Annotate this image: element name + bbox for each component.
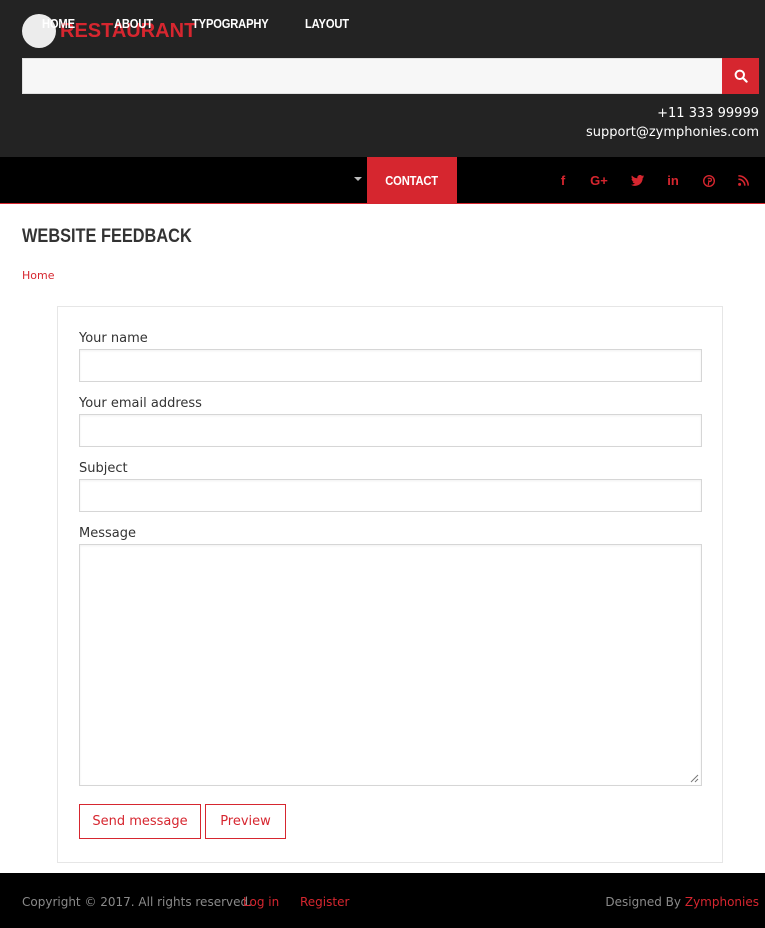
- twitter-icon[interactable]: [625, 157, 649, 204]
- message-field[interactable]: [79, 544, 702, 786]
- subject-label: Subject: [79, 461, 128, 476]
- phone-number: +11 333 99999: [657, 106, 759, 121]
- contact-info: +11 333 99999 support@zymphonies.com: [586, 104, 759, 142]
- page-title: WEBSITE FEEDBACK: [22, 226, 192, 247]
- designed-by: Designed By Zymphonies: [605, 895, 759, 909]
- resize-handle-icon[interactable]: [690, 774, 699, 783]
- search-icon: [734, 69, 748, 83]
- google-plus-icon[interactable]: G+: [587, 157, 611, 204]
- facebook-icon[interactable]: f: [551, 157, 575, 204]
- linkedin-icon[interactable]: in: [661, 157, 685, 204]
- nav-item-contact[interactable]: CONTACT: [367, 157, 457, 204]
- email-field[interactable]: [79, 414, 702, 447]
- pinterest-shape: [703, 174, 715, 187]
- name-label: Your name: [79, 331, 148, 346]
- register-link[interactable]: Register: [300, 895, 349, 909]
- send-message-button[interactable]: Send message: [79, 804, 201, 839]
- name-field[interactable]: [79, 349, 702, 382]
- message-label: Message: [79, 526, 136, 541]
- email-label: Your email address: [79, 396, 202, 411]
- designed-by-label: Designed By: [605, 895, 682, 909]
- support-email[interactable]: support@zymphonies.com: [586, 123, 759, 142]
- search-input[interactable]: [22, 58, 723, 94]
- login-link[interactable]: Log in: [243, 895, 279, 909]
- rss-shape: [737, 175, 749, 186]
- twitter-bird-shape: [630, 175, 644, 186]
- nav-item-home[interactable]: HOME: [42, 0, 75, 47]
- breadcrumb[interactable]: Home: [22, 269, 54, 282]
- search-button[interactable]: [722, 58, 759, 94]
- designer-link[interactable]: Zymphonies: [685, 895, 759, 909]
- subject-field[interactable]: [79, 479, 702, 512]
- nav-item-contact-label: CONTACT: [385, 173, 439, 188]
- nav-item-typography[interactable]: TYPOGRAPHY: [192, 0, 269, 47]
- rss-icon[interactable]: [731, 157, 755, 204]
- pinterest-icon[interactable]: [697, 157, 721, 204]
- preview-button[interactable]: Preview: [205, 804, 286, 839]
- nav-item-about[interactable]: ABOUT: [114, 0, 153, 47]
- chevron-down-icon[interactable]: [354, 177, 362, 181]
- nav-item-layout[interactable]: LAYOUT: [305, 0, 349, 47]
- copyright-text: Copyright © 2017. All rights reserved.: [22, 895, 252, 909]
